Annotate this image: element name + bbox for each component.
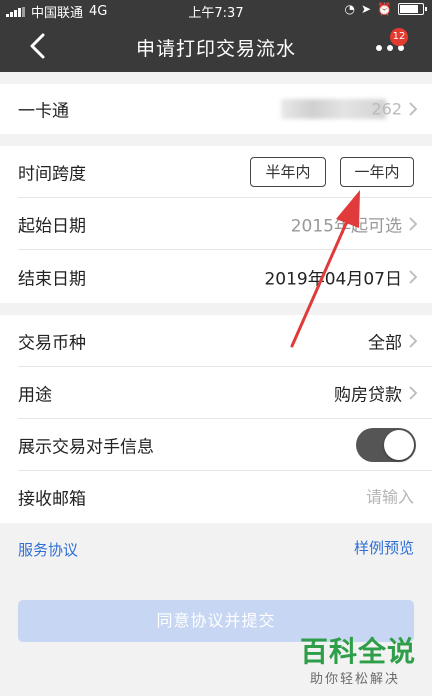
chevron-right-icon xyxy=(409,102,418,116)
counterparty-row: 展示交易对手信息 xyxy=(0,419,432,471)
service-agreement-link[interactable]: 服务协议 xyxy=(18,539,78,560)
end-date-label: 结束日期 xyxy=(18,269,86,289)
chevron-right-icon xyxy=(409,217,418,231)
counterparty-label: 展示交易对手信息 xyxy=(18,437,154,458)
end-date-value: 2019年04月07日 xyxy=(264,269,402,289)
start-date-label: 起始日期 xyxy=(18,216,86,237)
screen-lock-icon: ◔ xyxy=(344,2,355,16)
counterparty-toggle[interactable] xyxy=(356,428,416,462)
email-row: 接收邮箱 xyxy=(0,471,432,523)
chevron-right-icon xyxy=(409,386,418,400)
nav-bar: 申请打印交易流水 12 xyxy=(0,20,432,72)
watermark-subtitle: 助你轻松解决 xyxy=(310,672,401,687)
time-span-label: 时间跨度 xyxy=(18,164,86,185)
currency-row[interactable]: 交易币种 全部 xyxy=(0,315,432,367)
alarm-icon: ⏰ xyxy=(377,2,392,16)
status-bar: 中国联通 4G 上午7:37 ◔ ➤ ⏰ xyxy=(0,0,432,21)
chevron-right-icon xyxy=(409,269,418,284)
watermark-logo: 百科全说 助你轻松解决 xyxy=(296,628,430,694)
end-date-row[interactable]: 结束日期 2019年04月07日 xyxy=(0,250,432,303)
start-date-placeholder: 2015年起可选 xyxy=(290,216,402,237)
half-year-option[interactable]: 半年内 xyxy=(250,157,326,187)
purpose-row[interactable]: 用途 购房贷款 xyxy=(0,367,432,419)
location-icon: ➤ xyxy=(360,2,372,16)
status-right: ◔ ➤ ⏰ xyxy=(344,2,427,16)
battery-icon xyxy=(398,3,427,15)
purpose-value: 购房贷款 xyxy=(334,385,402,406)
more-menu-button[interactable]: 12 xyxy=(368,28,412,60)
time-span-row: 时间跨度 半年内 一年内 xyxy=(0,146,432,198)
sample-preview-link[interactable]: 样例预览 xyxy=(354,537,414,558)
email-label: 接收邮箱 xyxy=(18,489,86,510)
card-number-tail: 262 xyxy=(371,99,402,119)
currency-value: 全部 xyxy=(368,333,402,354)
purpose-label: 用途 xyxy=(18,385,52,406)
card-row[interactable]: 一卡通 262 xyxy=(0,84,432,134)
one-year-option[interactable]: 一年内 xyxy=(340,157,414,187)
notification-badge: 12 xyxy=(390,28,408,46)
masked-card-number xyxy=(281,99,386,119)
start-date-row[interactable]: 起始日期 2015年起可选 xyxy=(0,198,432,250)
card-label: 一卡通 xyxy=(18,101,69,122)
currency-label: 交易币种 xyxy=(18,333,86,354)
toggle-knob xyxy=(384,430,414,460)
chevron-right-icon xyxy=(409,334,418,348)
email-input[interactable] xyxy=(254,487,414,507)
watermark-title: 百科全说 xyxy=(300,635,417,668)
